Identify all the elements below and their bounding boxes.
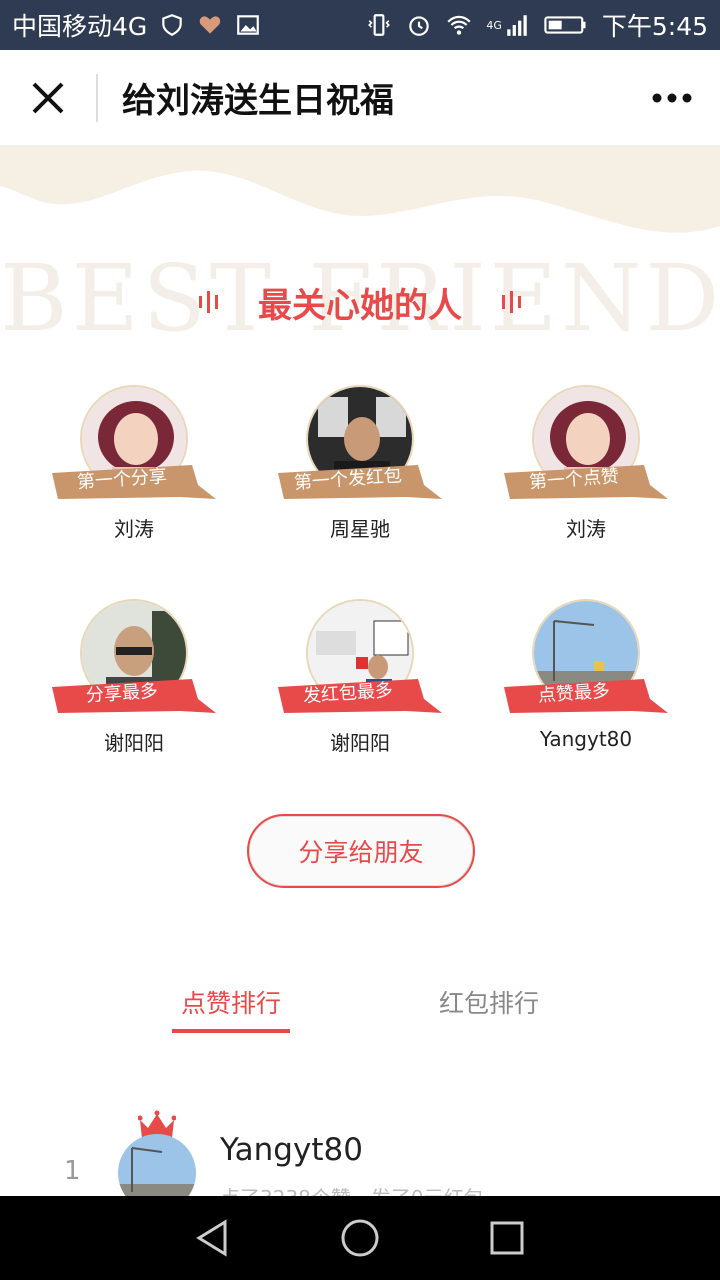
person-name: 谢阳阳 bbox=[104, 731, 164, 755]
person-name: 谢阳阳 bbox=[330, 731, 390, 755]
wifi-icon bbox=[447, 15, 471, 35]
share-to-friends-button[interactable]: 分享给朋友 bbox=[247, 814, 475, 888]
recents-button[interactable] bbox=[477, 1208, 537, 1268]
back-button[interactable] bbox=[183, 1208, 243, 1268]
person-card-most-likes[interactable]: 点赞最多 Yangyt80 bbox=[486, 599, 686, 769]
person-name: 刘涛 bbox=[566, 517, 606, 541]
home-circle-icon bbox=[341, 1219, 379, 1257]
system-nav-bar bbox=[0, 1196, 720, 1280]
person-name: 周星驰 bbox=[330, 517, 390, 541]
badge-label: 点赞最多 bbox=[537, 680, 611, 707]
tab-likes-ranking[interactable]: 点赞排行 bbox=[172, 975, 290, 1033]
person-card-first-redpacket[interactable]: 第一个发红包 周星驰 bbox=[260, 385, 460, 555]
status-bar: 中国移动4G 4G 下午5:45 bbox=[0, 0, 720, 50]
header-wave bbox=[0, 146, 720, 233]
tab-redpacket-ranking[interactable]: 红包排行 bbox=[430, 975, 548, 1033]
deco-bars-left bbox=[199, 291, 218, 313]
shield-icon bbox=[162, 14, 183, 36]
badge-label: 分享最多 bbox=[85, 680, 159, 707]
battery-icon bbox=[544, 16, 586, 34]
close-icon bbox=[32, 82, 64, 113]
heart-icon bbox=[200, 16, 221, 34]
ranking-tabs: 点赞排行 红包排行 bbox=[0, 975, 720, 1035]
ranking-row[interactable]: 1 Yangyt80 点了3238个赞，发了0元红包 bbox=[0, 1110, 720, 1212]
badge-label: 第一个分享 bbox=[76, 465, 168, 494]
title-divider bbox=[96, 73, 98, 122]
deco-bars-right bbox=[502, 291, 521, 313]
back-triangle-icon bbox=[196, 1219, 227, 1257]
person-name: 刘涛 bbox=[114, 517, 154, 541]
ranking-user-name: Yangyt80 bbox=[220, 1132, 363, 1168]
more-button[interactable] bbox=[624, 50, 720, 146]
section-title-text: 最关心她的人 bbox=[258, 285, 462, 326]
more-icon bbox=[652, 93, 692, 102]
person-card-first-share[interactable]: 第一个分享 刘涛 bbox=[34, 385, 234, 555]
signal-icon bbox=[507, 15, 527, 36]
image-icon bbox=[237, 15, 260, 35]
section-title: 最关心她的人 bbox=[0, 270, 720, 334]
person-card-most-redpacket[interactable]: 发红包最多 谢阳阳 bbox=[260, 599, 460, 769]
alarm-icon bbox=[409, 16, 430, 36]
title-bar: 给刘涛送生日祝福 bbox=[0, 50, 720, 146]
person-card-first-like[interactable]: 第一个点赞 刘涛 bbox=[486, 385, 686, 555]
badge-label: 发红包最多 bbox=[302, 679, 394, 708]
vibrate-icon bbox=[368, 14, 391, 36]
close-button[interactable] bbox=[0, 50, 96, 146]
carrier-label: 中国移动4G bbox=[12, 12, 148, 41]
recents-square-icon bbox=[490, 1221, 524, 1255]
home-button[interactable] bbox=[330, 1208, 390, 1268]
badge-label: 第一个点赞 bbox=[528, 465, 620, 494]
badge-label: 第一个发红包 bbox=[293, 465, 403, 494]
page-title: 给刘涛送生日祝福 bbox=[122, 81, 394, 121]
rank-number: 1 bbox=[64, 1156, 81, 1186]
person-name: Yangyt80 bbox=[539, 727, 633, 751]
network-badge: 4G bbox=[486, 18, 502, 32]
clock: 下午5:45 bbox=[601, 12, 708, 41]
person-card-most-shares[interactable]: 分享最多 谢阳阳 bbox=[34, 599, 234, 769]
